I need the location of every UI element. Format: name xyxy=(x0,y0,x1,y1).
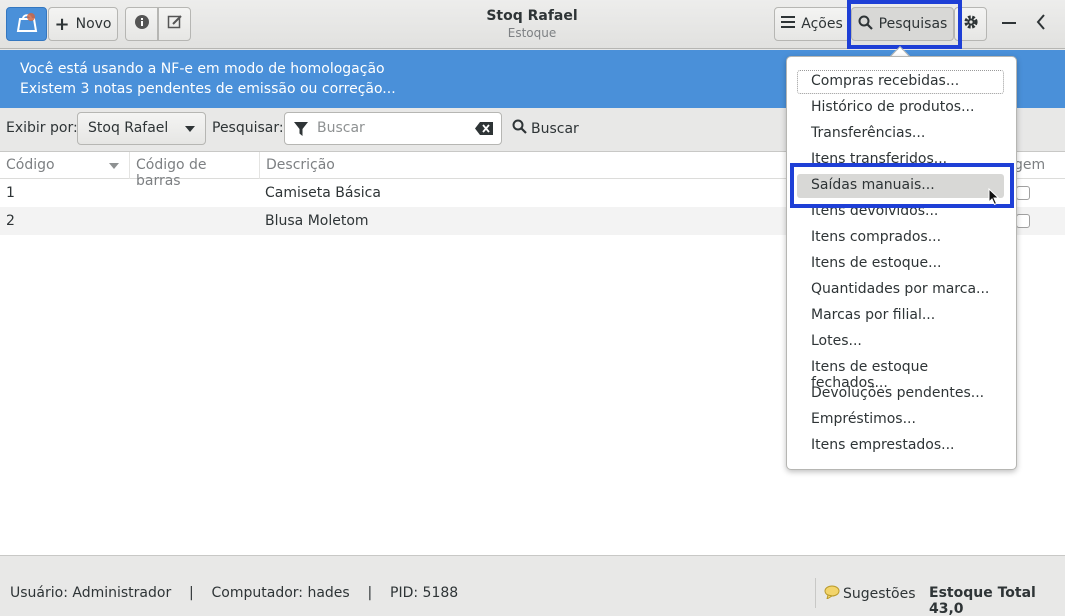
lightbulb-icon xyxy=(824,585,840,603)
branch-select-value: Stoq Rafael xyxy=(88,120,169,136)
search-button[interactable]: Buscar xyxy=(512,112,579,145)
menu-item-brands-by-branch[interactable]: Marcas por filial... xyxy=(797,304,1004,328)
row-checkbox[interactable] xyxy=(1016,186,1030,200)
stock-total: Estoque Total 43,0 xyxy=(929,585,1065,616)
subtitle-text: Estoque xyxy=(507,26,557,40)
actions-button[interactable]: Ações xyxy=(774,7,850,41)
column-header-barcode[interactable]: Código de barras xyxy=(130,152,260,189)
menu-item-purchased-items[interactable]: Itens comprados... xyxy=(797,226,1004,250)
menu-item-loans[interactable]: Empréstimos... xyxy=(797,408,1004,432)
filter-icon[interactable] xyxy=(293,121,309,141)
info-button[interactable] xyxy=(125,7,158,41)
back-button[interactable] xyxy=(1029,12,1053,36)
search-icon xyxy=(512,119,527,138)
column-header-code[interactable]: Código xyxy=(0,152,130,179)
stock-total-label: Estoque Total xyxy=(929,585,1036,601)
menu-item-pending-returns[interactable]: Devoluções pendentes... xyxy=(797,382,1004,406)
new-button[interactable]: + Novo xyxy=(48,7,118,41)
bag-icon xyxy=(16,11,38,37)
status-info: Usuário: Administrador | Computador: had… xyxy=(10,585,459,601)
actions-label: Ações xyxy=(801,16,843,32)
search-button-label: Buscar xyxy=(531,120,579,137)
cell-code: 2 xyxy=(6,213,15,229)
searches-menu: Compras recebidas... Histórico de produt… xyxy=(786,56,1017,470)
info-icon xyxy=(134,14,150,34)
window-title: Stoq Rafael Estoque xyxy=(432,8,632,40)
status-bar: Usuário: Administrador | Computador: had… xyxy=(0,570,1065,616)
chevron-down-icon xyxy=(185,126,195,132)
edit-button[interactable] xyxy=(158,7,191,41)
menu-item-stock-items[interactable]: Itens de estoque... xyxy=(797,252,1004,276)
menu-item-loaned-items[interactable]: Itens emprestados... xyxy=(797,434,1004,458)
minimize-button[interactable] xyxy=(997,12,1021,36)
manual-outputs-highlight xyxy=(790,163,1014,208)
search-placeholder: Buscar xyxy=(317,120,365,136)
searches-highlight xyxy=(847,0,962,49)
menu-item-closed-stock-items[interactable]: Itens de estoque fechados... xyxy=(797,356,1004,391)
edit-icon xyxy=(167,14,183,34)
minimize-icon xyxy=(1002,15,1016,34)
suggestions-button[interactable]: Sugestões xyxy=(824,585,916,603)
menu-item-product-history[interactable]: Histórico de produtos... xyxy=(797,96,1004,120)
menu-item-quantities-by-brand[interactable]: Quantidades por marca... xyxy=(797,278,1004,302)
menu-item-batches[interactable]: Lotes... xyxy=(797,330,1004,354)
cell-code: 1 xyxy=(6,185,15,201)
column-header-partial[interactable]: gem xyxy=(1014,152,1065,179)
menu-item-received-purchases[interactable]: Compras recebidas... xyxy=(797,70,1004,94)
gear-icon xyxy=(962,13,980,35)
title-text: Stoq Rafael xyxy=(486,8,578,24)
search-label: Pesquisar: xyxy=(212,120,284,136)
app-button[interactable] xyxy=(6,7,47,41)
new-button-label: Novo xyxy=(75,16,112,32)
sort-arrow-icon xyxy=(109,163,119,169)
menu-icon xyxy=(781,16,796,32)
suggestions-label: Sugestões xyxy=(843,586,916,602)
plus-icon: + xyxy=(54,13,70,35)
search-input[interactable]: Buscar xyxy=(284,112,502,145)
cell-description: Camiseta Básica xyxy=(265,185,381,201)
menu-item-transfers[interactable]: Transferências... xyxy=(797,122,1004,146)
cell-description: Blusa Moletom xyxy=(265,213,369,229)
status-divider xyxy=(815,578,816,608)
clear-icon[interactable] xyxy=(475,122,493,139)
show-by-label: Exibir por: xyxy=(6,120,78,136)
cursor-icon xyxy=(988,187,1000,210)
stock-total-value: 43,0 xyxy=(929,601,964,616)
branch-select[interactable]: Stoq Rafael xyxy=(77,112,206,145)
column-header-description[interactable]: Descrição xyxy=(260,152,790,179)
row-checkbox[interactable] xyxy=(1016,214,1030,228)
back-icon xyxy=(1035,14,1047,34)
